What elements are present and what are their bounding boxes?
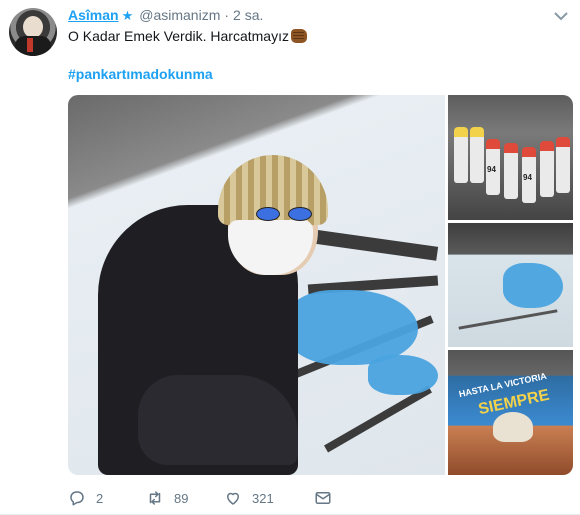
sunglasses bbox=[256, 207, 316, 221]
heart-icon bbox=[227, 492, 239, 505]
blue-paint bbox=[503, 263, 563, 308]
banner-stroke bbox=[324, 385, 432, 453]
avatar-body bbox=[15, 36, 51, 56]
photo-finished-banner[interactable]: HASTA LA VICTORIA SIEMPRE bbox=[448, 350, 573, 475]
spray-can bbox=[454, 127, 468, 183]
reply-button[interactable]: 2 bbox=[68, 488, 146, 508]
spray-can bbox=[540, 141, 554, 197]
tweet[interactable]: Asîman ★ @asimanizm · 2 sa. O Kadar Emek… bbox=[0, 0, 580, 515]
author-name[interactable]: Asîman bbox=[68, 7, 119, 23]
spray-can: 94 bbox=[486, 139, 500, 195]
tweet-text-body: O Kadar Emek Verdik. Harcatmayız bbox=[68, 28, 289, 44]
spray-can bbox=[504, 143, 518, 199]
verified-star-icon: ★ bbox=[121, 8, 134, 23]
fist-emoji-icon bbox=[290, 29, 307, 43]
retweet-count: 89 bbox=[174, 490, 189, 506]
leg bbox=[138, 375, 298, 465]
media-grid: 94 94 HASTA LA VICTORIA SIEMPRE bbox=[68, 95, 573, 475]
chevron-down-icon[interactable] bbox=[553, 10, 569, 22]
tweet-actions: 2 89 321 bbox=[68, 488, 508, 508]
spray-can bbox=[470, 127, 484, 183]
tweet-timestamp[interactable]: 2 sa. bbox=[233, 7, 263, 23]
separator: · bbox=[224, 7, 230, 23]
blue-paint bbox=[368, 355, 438, 395]
like-button[interactable]: 321 bbox=[224, 488, 314, 508]
like-count: 321 bbox=[252, 490, 274, 506]
direct-message-button[interactable] bbox=[314, 488, 332, 508]
banner-stroke bbox=[458, 309, 558, 330]
photo-spray-cans[interactable]: 94 94 bbox=[448, 95, 573, 220]
avatar-face bbox=[23, 16, 43, 38]
avatar[interactable] bbox=[9, 8, 57, 56]
painter-figure bbox=[78, 155, 328, 475]
author-handle[interactable]: @asimanizm bbox=[139, 7, 220, 23]
spray-can: 94 bbox=[522, 147, 536, 203]
reply-count: 2 bbox=[96, 490, 104, 506]
avatar-stripe bbox=[27, 38, 33, 52]
tweet-text: O Kadar Emek Verdik. Harcatmayız bbox=[68, 27, 307, 45]
eagle-figure bbox=[493, 412, 533, 442]
spray-can bbox=[556, 137, 570, 193]
envelope-icon bbox=[315, 492, 331, 504]
tweet-header: Asîman ★ @asimanizm · 2 sa. bbox=[68, 7, 263, 25]
retweet-icon bbox=[149, 491, 161, 505]
retweet-button[interactable]: 89 bbox=[146, 488, 224, 508]
reply-icon bbox=[70, 491, 84, 506]
photo-banner-crew[interactable] bbox=[448, 223, 573, 347]
hashtag-link[interactable]: #pankartımadokunma bbox=[68, 66, 213, 82]
photo-main[interactable] bbox=[68, 95, 445, 475]
